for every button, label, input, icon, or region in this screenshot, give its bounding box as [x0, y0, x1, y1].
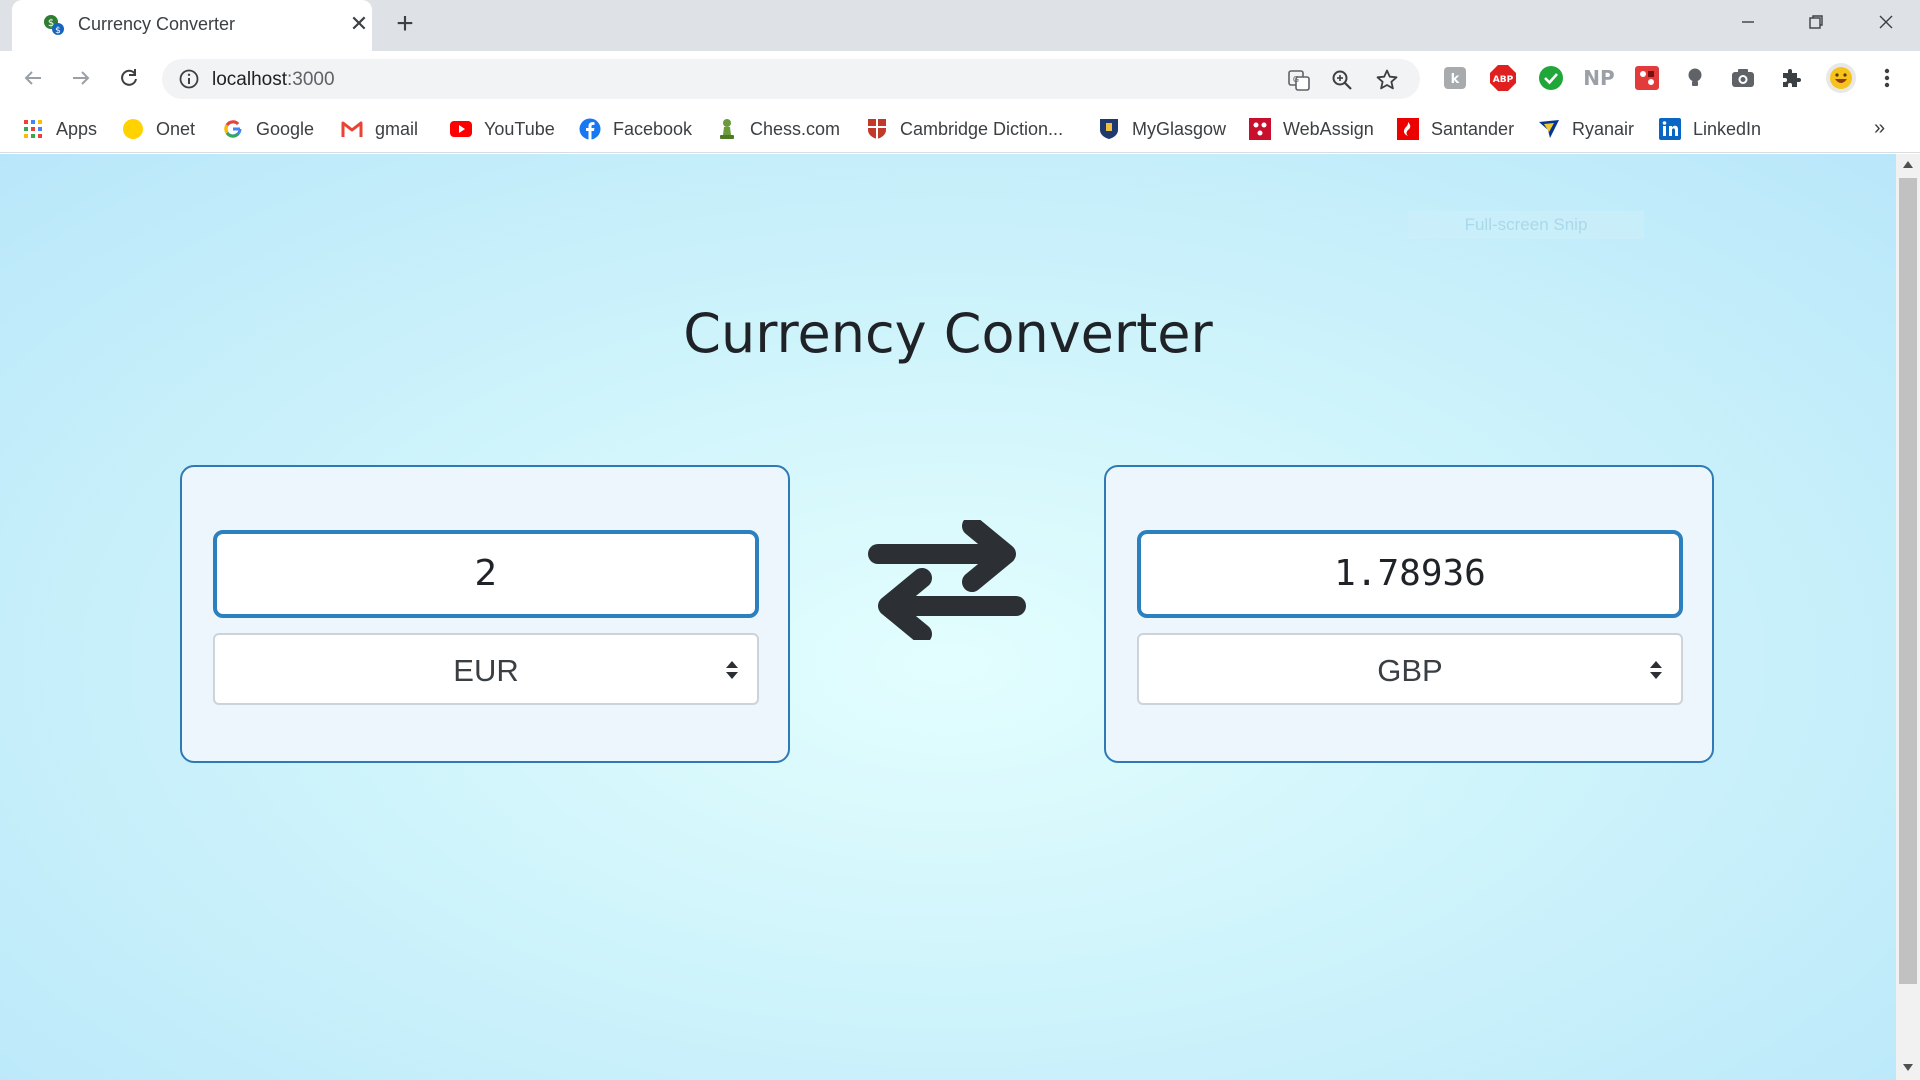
bookmark-facebook[interactable]: Facebook	[579, 115, 692, 143]
vertical-scrollbar[interactable]	[1896, 154, 1920, 1080]
chess-icon	[716, 118, 738, 140]
bookmark-label: LinkedIn	[1693, 118, 1762, 139]
forward-icon[interactable]	[64, 61, 98, 95]
to-currency-value: GBP	[1377, 653, 1443, 688]
bookmark-label: Ryanair	[1572, 118, 1635, 139]
checkmark-extension-icon[interactable]	[1536, 63, 1566, 93]
zoom-icon[interactable]	[1329, 67, 1355, 93]
apps-grid-icon	[22, 118, 44, 140]
url-text: localhost:3000	[212, 69, 335, 91]
bookmark-label: YouTube	[484, 118, 555, 139]
select-caret-icon	[726, 661, 738, 679]
back-icon[interactable]	[16, 61, 50, 95]
bookmark-label: Onet	[156, 118, 196, 139]
bookmark-label: gmail	[375, 118, 419, 139]
browser-toolbar: localhost:3000 G k ABP NP	[0, 51, 1920, 105]
lightbulb-extension-icon[interactable]	[1680, 63, 1710, 93]
bookmark-label: Santander	[1431, 118, 1515, 139]
bookmarks-overflow-icon[interactable]: »	[1874, 117, 1885, 140]
new-tab-button[interactable]: +	[390, 7, 420, 40]
adblock-label: ABP	[1493, 75, 1514, 85]
bookmark-myglasgow[interactable]: MyGlasgow	[1098, 115, 1226, 143]
currency-favicon-icon: $ $	[44, 15, 64, 36]
url-host: localhost	[212, 69, 287, 90]
select-caret-icon	[1650, 661, 1662, 679]
facebook-icon	[579, 118, 601, 140]
browser-tab[interactable]: $ $ Currency Converter ✕	[12, 0, 372, 51]
scroll-thumb[interactable]	[1899, 178, 1917, 984]
bookmark-label: Cambridge Diction...	[900, 118, 1064, 139]
bookmarks-bar: Apps Onet Google gmail YouTube Facebook …	[0, 105, 1920, 153]
red-puzzle-extension-icon[interactable]	[1632, 63, 1662, 93]
translate-icon[interactable]: G	[1286, 67, 1312, 93]
linkedin-icon	[1659, 118, 1681, 140]
from-currency-value: EUR	[453, 653, 519, 688]
bookmark-linkedin[interactable]: LinkedIn	[1659, 115, 1761, 143]
to-currency-card: 1.78936 GBP	[1104, 465, 1714, 763]
browser-menu-icon[interactable]	[1872, 63, 1902, 93]
close-tab-icon[interactable]: ✕	[346, 11, 372, 37]
bookmark-gmail[interactable]: gmail	[341, 115, 418, 143]
bookmark-label: MyGlasgow	[1132, 118, 1227, 139]
webassign-icon	[1249, 118, 1271, 140]
bookmark-star-icon[interactable]	[1374, 67, 1400, 93]
svg-text:k: k	[1451, 72, 1460, 87]
bookmark-google[interactable]: Google	[222, 115, 314, 143]
extension-grey-icon[interactable]: k	[1440, 63, 1470, 93]
bookmark-label: Chess.com	[750, 118, 841, 139]
camera-icon[interactable]	[1728, 63, 1758, 93]
svg-text:G: G	[1293, 75, 1299, 84]
adblock-icon[interactable]: ABP	[1488, 63, 1518, 93]
cambridge-icon	[866, 118, 888, 140]
bookmark-label: Google	[256, 118, 315, 139]
bookmark-cambridge[interactable]: Cambridge Diction...	[866, 115, 1063, 143]
extensions-puzzle-icon[interactable]	[1776, 63, 1806, 93]
page-content: Full-screen Snip Currency Converter 2 EU…	[0, 154, 1896, 1080]
address-bar[interactable]: localhost:3000 G	[162, 59, 1420, 99]
bookmark-ryanair[interactable]: Ryanair	[1538, 115, 1634, 143]
tab-strip: $ $ Currency Converter ✕ +	[0, 0, 1920, 51]
tab-title: Currency Converter	[78, 14, 236, 34]
scroll-down-arrow-icon[interactable]	[1902, 1062, 1914, 1072]
bookmark-label: Facebook	[613, 118, 693, 139]
bookmark-label: Apps	[56, 118, 98, 139]
restore-icon[interactable]	[1786, 0, 1846, 44]
to-currency-select[interactable]: GBP	[1137, 633, 1683, 705]
site-info-icon[interactable]	[178, 68, 200, 90]
santander-icon	[1397, 118, 1419, 140]
page-title: Currency Converter	[683, 302, 1213, 365]
ryanair-icon	[1538, 118, 1560, 140]
minimize-icon[interactable]	[1718, 0, 1778, 44]
close-window-icon[interactable]	[1856, 0, 1916, 44]
youtube-icon	[450, 118, 472, 140]
profile-avatar[interactable]	[1824, 61, 1858, 95]
bookmark-webassign[interactable]: WebAssign	[1249, 115, 1374, 143]
onet-icon	[122, 118, 144, 140]
scroll-up-arrow-icon[interactable]	[1902, 160, 1914, 170]
gmail-icon	[341, 118, 363, 140]
snip-overlay-label: Full-screen Snip	[1408, 211, 1644, 239]
glasgow-icon	[1098, 118, 1120, 140]
url-path: :3000	[287, 69, 335, 90]
bookmark-youtube[interactable]: YouTube	[450, 115, 555, 143]
from-amount-input[interactable]: 2	[213, 530, 759, 618]
reload-icon[interactable]	[112, 61, 146, 95]
svg-text:$: $	[55, 26, 61, 36]
swap-arrows-icon[interactable]	[868, 520, 1026, 640]
bookmark-apps[interactable]: Apps	[22, 115, 97, 143]
from-currency-card: 2 EUR	[180, 465, 790, 763]
from-currency-select[interactable]: EUR	[213, 633, 759, 705]
np-extension-icon[interactable]: NP	[1583, 63, 1614, 93]
google-icon	[222, 118, 244, 140]
bookmark-label: WebAssign	[1283, 118, 1374, 139]
bookmark-onet[interactable]: Onet	[122, 115, 195, 143]
bookmark-santander[interactable]: Santander	[1397, 115, 1514, 143]
bookmark-chess[interactable]: Chess.com	[716, 115, 840, 143]
to-amount-input[interactable]: 1.78936	[1137, 530, 1683, 618]
